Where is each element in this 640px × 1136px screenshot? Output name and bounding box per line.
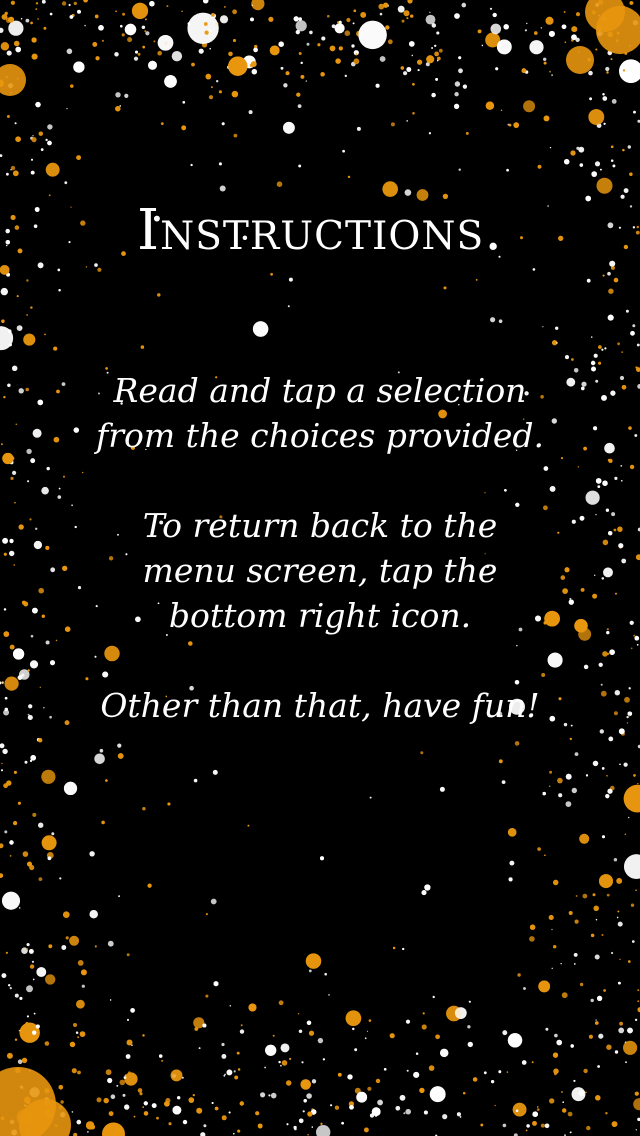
instructions-screen: Instructions. Read and tap a selection f…: [0, 0, 640, 1136]
instruction-line: bottom right icon.: [168, 596, 472, 635]
instruction-line: menu screen, tap the: [142, 551, 498, 590]
instruction-line: Read and tap a selection: [113, 371, 527, 410]
instruction-line: Other than that, have fun!: [100, 686, 540, 725]
instruction-line: To return back to the: [142, 506, 498, 545]
page-title: Instructions.: [136, 198, 504, 263]
instruction-paragraph-menu: To return back to the menu screen, tap t…: [20, 503, 620, 638]
instruction-paragraph-select: Read and tap a selection from the choice…: [20, 368, 620, 458]
instruction-line: from the choices provided.: [96, 416, 544, 455]
instruction-paragraph-fun: Other than that, have fun!: [20, 683, 620, 728]
